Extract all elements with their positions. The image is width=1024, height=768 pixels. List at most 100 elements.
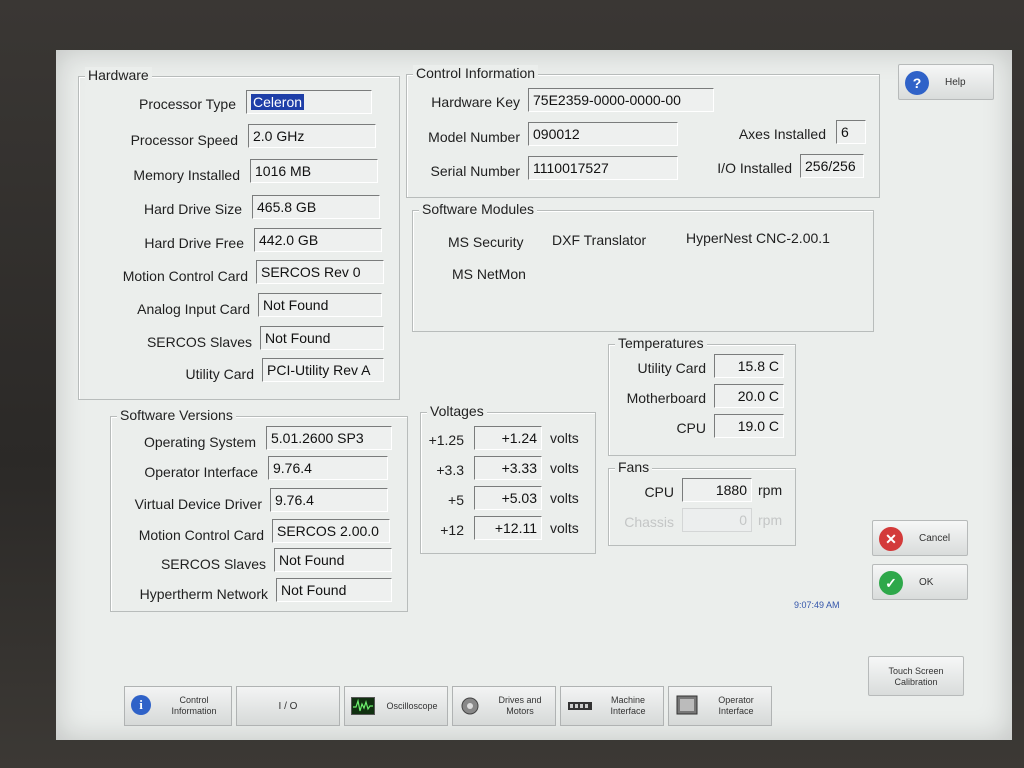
tab-operator-interface-label: Operator Interface bbox=[718, 695, 754, 716]
io-module-icon bbox=[567, 695, 592, 717]
analog-input-card-label: Analog Input Card bbox=[137, 301, 250, 317]
module-hypernest: HyperNest CNC-2.00.1 bbox=[686, 230, 830, 246]
help-button-label: Help bbox=[945, 77, 966, 88]
sv-motion-control-card-label: Motion Control Card bbox=[138, 527, 264, 543]
temperatures-title: Temperatures bbox=[615, 335, 707, 351]
fan-chassis-field[interactable]: 0 bbox=[682, 508, 752, 532]
tab-io-label: I / O bbox=[278, 701, 298, 712]
fan-chassis-label: Chassis bbox=[624, 514, 674, 530]
utility-card-field[interactable]: PCI-Utility Rev A bbox=[262, 358, 384, 382]
memory-installed-label: Memory Installed bbox=[133, 167, 240, 183]
voltage-1-25-label: +1.25 bbox=[428, 432, 464, 448]
voltage-3-3-field[interactable]: +3.33 bbox=[474, 456, 542, 480]
sv-sercos-slaves-label: SERCOS Slaves bbox=[160, 556, 266, 572]
voltage-5-field[interactable]: +5.03 bbox=[474, 486, 542, 510]
hard-drive-size-field[interactable]: 465.8 GB bbox=[252, 195, 380, 219]
info-icon: i bbox=[131, 695, 155, 717]
temp-utility-card-field[interactable]: 15.8 C bbox=[714, 354, 784, 378]
voltage-5-unit: volts bbox=[550, 490, 579, 506]
temp-motherboard-field[interactable]: 20.0 C bbox=[714, 384, 784, 408]
software-versions-title: Software Versions bbox=[117, 407, 236, 423]
control-information-title: Control Information bbox=[413, 65, 539, 81]
processor-speed-label: Processor Speed bbox=[130, 132, 238, 148]
tab-machine-interface-label: Machine Interface bbox=[610, 695, 646, 716]
processor-type-field[interactable]: Celeron bbox=[246, 90, 372, 114]
voltage-12-unit: volts bbox=[550, 520, 579, 536]
fan-cpu-label: CPU bbox=[644, 484, 674, 500]
fans-title: Fans bbox=[615, 459, 653, 475]
motor-icon bbox=[459, 695, 483, 717]
hardware-key-label: Hardware Key bbox=[431, 94, 520, 110]
touch-screen-calibration-button[interactable]: Touch Screen Calibration bbox=[868, 656, 964, 696]
io-installed-label: I/O Installed bbox=[717, 160, 792, 176]
voltage-1-25-field[interactable]: +1.24 bbox=[474, 426, 542, 450]
tab-control-information[interactable]: i Control Information bbox=[124, 686, 232, 726]
tab-oscilloscope[interactable]: Oscilloscope bbox=[344, 686, 448, 726]
axes-installed-field[interactable]: 6 bbox=[836, 120, 866, 144]
monitor-icon bbox=[675, 695, 699, 717]
sercos-slaves-label: SERCOS Slaves bbox=[146, 334, 252, 350]
model-number-field[interactable]: 090012 bbox=[528, 122, 678, 146]
operating-system-field[interactable]: 5.01.2600 SP3 bbox=[266, 426, 392, 450]
processor-type-value: Celeron bbox=[251, 94, 305, 110]
voltage-12-label: +12 bbox=[440, 522, 464, 538]
fan-cpu-field[interactable]: 1880 bbox=[682, 478, 752, 502]
oscilloscope-icon bbox=[351, 697, 375, 715]
virtual-device-driver-field[interactable]: 9.76.4 bbox=[270, 488, 388, 512]
software-modules-title: Software Modules bbox=[419, 201, 538, 217]
hard-drive-size-label: Hard Drive Size bbox=[143, 201, 242, 217]
serial-number-field[interactable]: 1110017527 bbox=[528, 156, 678, 180]
hypertherm-network-field[interactable]: Not Found bbox=[276, 578, 392, 602]
sv-sercos-slaves-field[interactable]: Not Found bbox=[274, 548, 392, 572]
virtual-device-driver-label: Virtual Device Driver bbox=[134, 496, 262, 512]
hardware-key-field[interactable]: 75E2359-0000-0000-00 bbox=[528, 88, 714, 112]
help-icon: ? bbox=[905, 71, 929, 95]
tab-operator-interface[interactable]: Operator Interface bbox=[668, 686, 772, 726]
model-number-label: Model Number bbox=[428, 129, 520, 145]
ok-button-label: OK bbox=[919, 577, 934, 588]
voltage-5-label: +5 bbox=[448, 492, 464, 508]
operator-interface-field[interactable]: 9.76.4 bbox=[268, 456, 388, 480]
clock: 9:07:49 AM bbox=[794, 600, 840, 610]
io-installed-field[interactable]: 256/256 bbox=[800, 154, 864, 178]
serial-number-label: Serial Number bbox=[430, 163, 520, 179]
analog-input-card-field[interactable]: Not Found bbox=[258, 293, 382, 317]
cancel-button[interactable]: ✕ Cancel bbox=[872, 520, 968, 556]
operating-system-label: Operating System bbox=[143, 434, 256, 450]
operator-interface-label: Operator Interface bbox=[144, 464, 258, 480]
tab-drives-and-motors[interactable]: Drives and Motors bbox=[452, 686, 556, 726]
hard-drive-free-label: Hard Drive Free bbox=[144, 235, 244, 251]
ok-button[interactable]: ✓ OK bbox=[872, 564, 968, 600]
tab-drives-and-motors-label: Drives and Motors bbox=[498, 695, 542, 716]
temp-motherboard-label: Motherboard bbox=[626, 390, 706, 406]
hard-drive-free-field[interactable]: 442.0 GB bbox=[254, 228, 382, 252]
fan-chassis-unit: rpm bbox=[758, 512, 783, 528]
voltage-1-25-unit: volts bbox=[550, 430, 579, 446]
axes-installed-label: Axes Installed bbox=[738, 126, 826, 142]
hypertherm-network-label: Hypertherm Network bbox=[139, 586, 268, 602]
module-ms-netmon: MS NetMon bbox=[452, 266, 526, 282]
fan-cpu-unit: rpm bbox=[758, 482, 783, 498]
voltage-12-field[interactable]: +12.11 bbox=[474, 516, 542, 540]
motion-control-card-field[interactable]: SERCOS Rev 0 bbox=[256, 260, 384, 284]
voltage-3-3-unit: volts bbox=[550, 460, 579, 476]
diagnostics-screen: Hardware Processor Type Celeron Processo… bbox=[56, 50, 1012, 740]
sercos-slaves-field[interactable]: Not Found bbox=[260, 326, 384, 350]
tab-machine-interface[interactable]: Machine Interface bbox=[560, 686, 664, 726]
tab-oscilloscope-label: Oscilloscope bbox=[386, 701, 438, 711]
sv-motion-control-card-field[interactable]: SERCOS 2.00.0 bbox=[272, 519, 390, 543]
temp-cpu-field[interactable]: 19.0 C bbox=[714, 414, 784, 438]
ok-icon: ✓ bbox=[879, 571, 903, 595]
processor-type-label: Processor Type bbox=[138, 96, 236, 112]
voltages-title: Voltages bbox=[427, 403, 487, 419]
tab-io[interactable]: I / O bbox=[236, 686, 340, 726]
cancel-icon: ✕ bbox=[879, 527, 903, 551]
help-button[interactable]: ? Help bbox=[898, 64, 994, 100]
temp-cpu-label: CPU bbox=[676, 420, 706, 436]
module-ms-security: MS Security bbox=[448, 234, 524, 250]
module-dxf-translator: DXF Translator bbox=[552, 232, 647, 248]
memory-installed-field[interactable]: 1016 MB bbox=[250, 159, 378, 183]
temp-utility-card-label: Utility Card bbox=[637, 360, 706, 376]
processor-speed-field[interactable]: 2.0 GHz bbox=[248, 124, 376, 148]
voltage-3-3-label: +3.3 bbox=[436, 462, 464, 478]
